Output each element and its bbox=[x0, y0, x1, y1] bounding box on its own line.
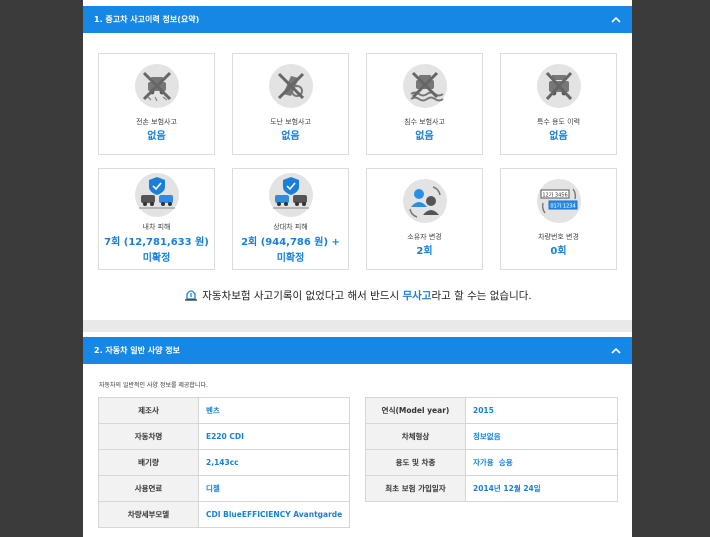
spec-key: 차체형상 bbox=[365, 423, 466, 450]
spec-key: 배기량 bbox=[98, 449, 199, 476]
disclaimer-notice: 자동차보험 사고기록이 없었다고 해서 반드시 무사고라고 할 수는 없습니다. bbox=[83, 288, 632, 303]
card-label: 상대차 피해 bbox=[273, 223, 308, 231]
spec-value: E220 CDI bbox=[198, 423, 350, 450]
card-plate-change: 12가 3456 01가 1234 차량번호 변경 0회 bbox=[500, 168, 617, 270]
card-value: 없음 bbox=[549, 131, 568, 142]
notice-text-post: 라고 할 수는 없습니다. bbox=[431, 290, 532, 302]
card-other-damage: 상대차 피해 2회 (944,786 원) + 미확정 bbox=[232, 168, 349, 270]
spec-key: 연식(Model year) bbox=[365, 397, 466, 424]
spec-value: 벤츠 bbox=[198, 397, 350, 424]
car-theft-crossed-icon bbox=[268, 64, 313, 108]
new-plate-text: 01가 1234 bbox=[550, 203, 575, 210]
section2-title: 2. 자동차 일반 사양 정보 bbox=[94, 346, 180, 355]
card-value-pending: 미확정 bbox=[142, 253, 171, 264]
card-total-loss: 전손 보험사고 없음 bbox=[98, 53, 215, 155]
table-row: 자동차명 E220 CDI bbox=[98, 423, 350, 450]
card-label: 소유자 변경 bbox=[407, 233, 442, 241]
accident-summary-header[interactable]: 1. 중고차 사고이력 정보(요약) bbox=[83, 6, 632, 33]
spec-key: 차량세부모델 bbox=[98, 501, 199, 528]
card-label: 차량번호 변경 bbox=[538, 233, 579, 241]
card-label: 전손 보험사고 bbox=[136, 118, 177, 126]
table-row: 배기량 2,143cc bbox=[98, 449, 350, 476]
table-row: 연식(Model year) 2015 bbox=[365, 397, 618, 424]
table-row: 사용연료 디젤 bbox=[98, 475, 350, 502]
card-value-amount: 2회 (944,786 원) + bbox=[241, 237, 340, 248]
special-use-car-crossed-icon bbox=[536, 64, 581, 108]
table-row: 차량세부모델 CDI BlueEFFICIENCY Avantgarde bbox=[98, 501, 350, 528]
card-value: 0회 bbox=[550, 246, 567, 257]
car-crash-crossed-icon bbox=[134, 64, 179, 108]
table-row: 최초 보험 가입일자 2014년 12월 24일 bbox=[365, 475, 618, 502]
spec-key: 용도 및 차종 bbox=[365, 449, 466, 476]
table-row: 용도 및 차종 자가용 승용 bbox=[365, 449, 618, 476]
card-label: 침수 보험사고 bbox=[404, 118, 445, 126]
spec-value: CDI BlueEFFICIENCY Avantgarde bbox=[198, 501, 350, 528]
section-divider bbox=[83, 320, 632, 332]
spec-value: 2014년 12월 24일 bbox=[465, 475, 618, 502]
spec-value: 2,143cc bbox=[198, 449, 350, 476]
flood-car-crossed-icon bbox=[402, 64, 447, 108]
chevron-up-icon[interactable] bbox=[610, 14, 622, 26]
spec-info-header[interactable]: 2. 자동차 일반 사양 정보 bbox=[83, 337, 632, 364]
section1-title: 1. 중고차 사고이력 정보(요약) bbox=[94, 15, 200, 24]
card-flood: 침수 보험사고 없음 bbox=[366, 53, 483, 155]
card-special-use: 특수 용도 이력 없음 bbox=[500, 53, 617, 155]
spec-value: 디젤 bbox=[198, 475, 350, 502]
card-theft: 도난 보험사고 없음 bbox=[232, 53, 349, 155]
table-row: 차체형상 정보없음 bbox=[365, 423, 618, 450]
card-own-damage: 내차 피해 7회 (12,781,633 원) + 미확정 bbox=[98, 168, 215, 270]
card-label: 내차 피해 bbox=[142, 223, 171, 231]
spec-value: 자가용 승용 bbox=[465, 449, 618, 476]
chevron-up-icon[interactable] bbox=[610, 345, 622, 357]
spec-value: 2015 bbox=[465, 397, 618, 424]
notice-text-pre: 자동차보험 사고기록이 없었다고 해서 반드시 bbox=[202, 290, 403, 302]
card-label: 도난 보험사고 bbox=[270, 118, 311, 126]
notice-highlight: 무사고 bbox=[402, 290, 432, 302]
owner-change-icon bbox=[402, 179, 447, 223]
spec-table-right: 연식(Model year) 2015 차체형상 정보없음 용도 및 차종 자가… bbox=[365, 397, 618, 502]
spec-value: 정보없음 bbox=[465, 423, 618, 450]
other-car-damage-icon bbox=[268, 173, 313, 217]
old-plate-text: 12가 3456 bbox=[542, 192, 567, 199]
spec-table-left: 제조사 벤츠 자동차명 E220 CDI 배기량 2,143cc 사용연료 디젤… bbox=[98, 397, 350, 528]
card-value: 없음 bbox=[415, 131, 434, 142]
spec-key: 최초 보험 가입일자 bbox=[365, 475, 466, 502]
warning-light-icon bbox=[185, 290, 198, 301]
spec-description: 자동차의 일반적인 사양 정보를 제공합니다. bbox=[99, 382, 208, 389]
card-value-pending: 미확정 bbox=[276, 253, 305, 264]
card-owner-change: 소유자 변경 2회 bbox=[366, 168, 483, 270]
table-row: 제조사 벤츠 bbox=[98, 397, 350, 424]
card-value: 2회 bbox=[416, 246, 433, 257]
own-car-damage-icon bbox=[134, 173, 179, 217]
spec-key: 제조사 bbox=[98, 397, 199, 424]
spec-key: 사용연료 bbox=[98, 475, 199, 502]
card-value: 없음 bbox=[147, 131, 166, 142]
card-label: 특수 용도 이력 bbox=[536, 118, 581, 126]
card-value: 없음 bbox=[281, 131, 300, 142]
spec-key: 자동차명 bbox=[98, 423, 199, 450]
report-panel: 1. 중고차 사고이력 정보(요약) 전손 보험사고 없음 도난 보험사고 없음… bbox=[83, 0, 632, 537]
plate-change-icon: 12가 3456 01가 1234 bbox=[536, 179, 581, 223]
